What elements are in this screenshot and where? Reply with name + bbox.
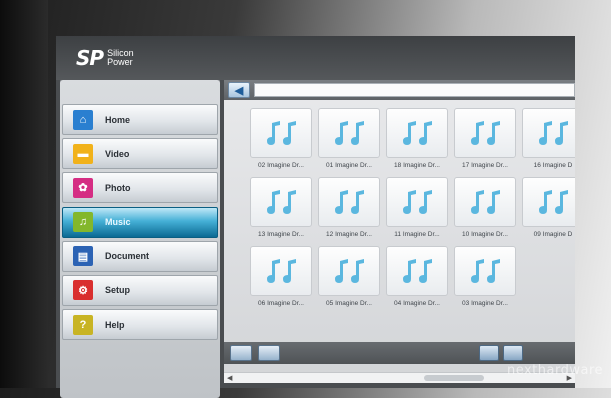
- watermark: nexthardware: [506, 363, 603, 378]
- music-note-icon: [335, 121, 364, 145]
- sidebar-item-home[interactable]: ⌂ Home: [62, 104, 218, 135]
- music-note-icon: [335, 190, 364, 214]
- sidebar-item-photo[interactable]: ✿ Photo: [62, 172, 218, 204]
- copy-button[interactable]: [230, 345, 252, 361]
- file-tile[interactable]: 04 Imagine Dr...: [386, 246, 448, 307]
- music-note-icon: [539, 121, 568, 145]
- setup-icon: ⚙: [73, 280, 93, 301]
- photo-icon: ✿: [73, 177, 93, 198]
- music-note-icon: [267, 259, 296, 283]
- app-header: SP Silicon Power: [56, 36, 575, 80]
- sidebar-item-label: Video: [105, 148, 130, 159]
- path-bar[interactable]: [254, 83, 575, 97]
- file-tile[interactable]: 05 Imagine Dr...: [318, 246, 380, 307]
- music-note-icon: [403, 259, 432, 283]
- file-name: 06 Imagine Dr...: [258, 300, 304, 307]
- file-name: 17 Imagine Dr...: [462, 162, 508, 169]
- file-thumbnail: [250, 177, 312, 227]
- file-thumbnail: [386, 177, 448, 227]
- file-thumbnail: [522, 108, 575, 158]
- sidebar-item-label: Home: [105, 114, 131, 125]
- file-name: 10 Imagine Dr...: [462, 231, 508, 238]
- file-name: 02 Imagine Dr...: [258, 162, 304, 169]
- file-name: 03 Imagine Dr...: [462, 300, 508, 307]
- sidebar-item-setup[interactable]: ⚙ Setup: [62, 274, 218, 306]
- file-name: 12 Imagine Dr...: [326, 231, 372, 238]
- sidebar-nav: ⌂ Home ▬ Video ✿ Photo ♫ Music ▤ Document ⚙ Setup? H…: [62, 104, 218, 343]
- file-thumbnail: [318, 246, 380, 296]
- file-name: 05 Imagine Dr...: [326, 300, 372, 307]
- file-name: 09 Imagine D: [533, 231, 573, 238]
- document-icon: ▤: [73, 246, 93, 267]
- sidebar-item-label: Help: [105, 319, 125, 330]
- sidebar-item-video[interactable]: ▬ Video: [62, 138, 218, 170]
- back-arrow-icon: ◀: [234, 84, 244, 97]
- music-note-icon: [539, 190, 568, 214]
- move-button[interactable]: [258, 345, 280, 361]
- music-note-icon: [403, 190, 432, 214]
- sidebar: ⌂ Home ▬ Video ✿ Photo ♫ Music ▤ Document ⚙ Setup? H…: [60, 80, 220, 398]
- sidebar-item-label: Photo: [105, 182, 131, 193]
- music-note-icon: [335, 259, 364, 283]
- file-thumbnail: [318, 108, 380, 158]
- video-icon: ▬: [73, 143, 93, 164]
- music-note-icon: [267, 121, 296, 145]
- scroll-thumb[interactable]: [424, 375, 484, 381]
- logo-line2: Power: [107, 57, 133, 67]
- help-icon: ?: [73, 314, 93, 335]
- toolbar: ◀: [224, 80, 575, 100]
- scroll-left-icon[interactable]: ◀: [227, 374, 232, 382]
- file-tile[interactable]: 03 Imagine Dr...: [454, 246, 516, 307]
- file-thumbnail: [386, 246, 448, 296]
- music-note-icon: [471, 259, 500, 283]
- file-tile[interactable]: 17 Imagine Dr...: [454, 108, 516, 169]
- logo: SP Silicon Power: [76, 46, 134, 70]
- logo-text: Silicon Power: [107, 49, 134, 67]
- file-thumbnail: [386, 108, 448, 158]
- file-thumbnail: [454, 246, 516, 296]
- file-tile[interactable]: 10 Imagine Dr...: [454, 177, 516, 238]
- file-name: 13 Imagine Dr...: [258, 231, 304, 238]
- back-button[interactable]: ◀: [228, 82, 250, 98]
- file-tile[interactable]: 18 Imagine Dr...: [386, 108, 448, 169]
- grid-view-button[interactable]: [503, 345, 523, 361]
- file-name: 01 Imagine Dr...: [326, 162, 372, 169]
- file-name: 11 Imagine Dr...: [394, 231, 440, 238]
- file-thumbnail: [250, 246, 312, 296]
- file-tile[interactable]: 11 Imagine Dr...: [386, 177, 448, 238]
- file-browser: 02 Imagine Dr... 01 Imagine Dr... 18 Imagi…: [224, 100, 575, 378]
- music-note-icon: [267, 190, 296, 214]
- music-note-icon: [471, 121, 500, 145]
- bottom-toolbar: [224, 342, 575, 364]
- home-icon: ⌂: [73, 109, 93, 130]
- monitor-bezel: [0, 0, 48, 388]
- logo-mark: SP: [76, 46, 104, 70]
- sidebar-item-label: Setup: [105, 285, 131, 296]
- file-tile[interactable]: 02 Imagine Dr...: [250, 108, 312, 169]
- file-tile[interactable]: 12 Imagine Dr...: [318, 177, 380, 238]
- file-thumbnail: [522, 177, 575, 227]
- sidebar-item-document[interactable]: ▤ Document: [62, 240, 218, 272]
- file-tile[interactable]: 16 Imagine D: [522, 108, 575, 169]
- file-tile[interactable]: 06 Imagine Dr...: [250, 246, 312, 307]
- file-tile[interactable]: 13 Imagine Dr...: [250, 177, 312, 238]
- file-thumbnail: [454, 177, 516, 227]
- file-tile[interactable]: 09 Imagine D: [522, 177, 575, 238]
- file-thumbnail: [250, 108, 312, 158]
- file-thumbnail: [318, 177, 380, 227]
- list-view-button[interactable]: [479, 345, 499, 361]
- file-tile[interactable]: 01 Imagine Dr...: [318, 108, 380, 169]
- file-name: 16 Imagine D: [533, 162, 573, 169]
- file-name: 18 Imagine Dr...: [394, 162, 440, 169]
- sidebar-item-label: Music: [105, 217, 131, 228]
- file-thumbnail: [454, 108, 516, 158]
- sidebar-item-label: Document: [105, 251, 150, 262]
- music-icon: ♫: [73, 212, 93, 233]
- music-note-icon: [471, 190, 500, 214]
- music-note-icon: [403, 121, 432, 145]
- sidebar-item-music[interactable]: ♫ Music: [62, 206, 218, 238]
- sidebar-item-help[interactable]: ? Help: [62, 309, 218, 341]
- file-name: 04 Imagine Dr...: [394, 300, 440, 307]
